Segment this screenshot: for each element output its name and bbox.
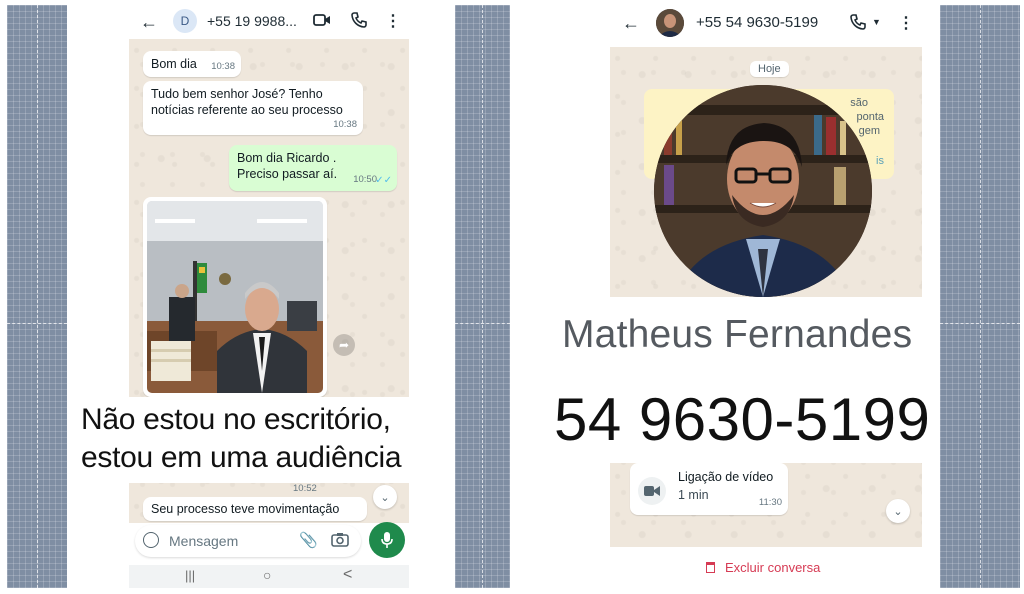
contact-avatar[interactable]: D: [173, 9, 197, 33]
message-text-line-2: notícias referente ao seu processo: [151, 103, 343, 117]
encryption-text-2: ponta: [856, 111, 884, 123]
video-call-duration: 1 min: [678, 488, 709, 502]
contact-number[interactable]: +55 19 9988...: [207, 13, 297, 29]
message-text: Bom dia: [151, 57, 197, 71]
message-text-line-1: Tudo bem senhor José? Tenho: [151, 87, 323, 101]
scroll-down-icon[interactable]: ⌄: [373, 485, 397, 509]
contact-avatar-photo: [656, 9, 684, 37]
delete-chat-button[interactable]: Excluir conversa: [706, 557, 820, 577]
phone-call-icon[interactable]: [351, 12, 367, 28]
message-input[interactable]: Mensagem: [169, 533, 238, 549]
contact-phone-overlay: 54 9630-5199: [554, 386, 931, 453]
call-dropdown-icon[interactable]: ▼: [872, 17, 881, 27]
video-call-label: Ligação de vídeo: [678, 470, 774, 484]
message-time: 10:38: [211, 61, 235, 72]
delete-chat-label: Excluir conversa: [725, 559, 821, 575]
read-receipt-icon: ✓✓: [375, 175, 392, 186]
microphone-icon: [381, 532, 393, 548]
trash-icon: [706, 561, 715, 573]
message-bubble-noticias[interactable]: Tudo bem senhor José? Tenho notícias ref…: [143, 81, 363, 135]
attach-icon[interactable]: 📎: [299, 531, 318, 549]
encryption-text-4: is: [876, 155, 884, 167]
message-time: 10:38: [333, 119, 357, 130]
profile-photo-circle: [654, 85, 872, 297]
phone-call-icon[interactable]: [850, 14, 866, 30]
contact-name-overlay: Matheus Fernandes: [562, 313, 913, 356]
camera-icon[interactable]: [331, 532, 349, 552]
voice-message-button[interactable]: [369, 522, 405, 558]
back-arrow-icon[interactable]: ←: [622, 13, 640, 34]
right-phone-screen: ← +55 54 9630-5199 ▼ ⋮ Hoje são ponta ge…: [510, 5, 940, 588]
encryption-text-1: são: [850, 97, 868, 109]
video-call-icon: [638, 477, 666, 505]
emoji-icon[interactable]: [143, 532, 159, 548]
scroll-down-icon[interactable]: ⌄: [886, 499, 910, 523]
video-call-time: 11:30: [758, 497, 782, 508]
center-divider-panel: [455, 5, 510, 588]
contact-number[interactable]: +55 54 9630-5199: [696, 14, 818, 31]
contact-info-overlay: Matheus Fernandes 54 9630-5199: [544, 297, 940, 463]
back-arrow-icon[interactable]: ←: [139, 12, 159, 32]
more-options-icon[interactable]: ⋮: [385, 11, 401, 31]
courtroom-photo[interactable]: [147, 201, 323, 393]
video-call-icon[interactable]: [313, 13, 331, 27]
android-nav-bar: ||| ○ <: [129, 565, 409, 588]
message-bubble-bom-dia[interactable]: Bom dia 10:38: [143, 51, 241, 77]
message-text-line-1: Bom dia Ricardo .: [237, 151, 337, 165]
recent-apps-button[interactable]: |||: [185, 568, 195, 583]
message-bubble-movimentacao[interactable]: Seu processo teve movimentação: [143, 497, 367, 521]
photo-message-bubble[interactable]: [143, 197, 327, 397]
message-input-bar[interactable]: Mensagem 📎: [135, 525, 361, 557]
left-margin-panel: [7, 5, 67, 588]
caption-overlay: Não estou no escritório, estou em uma au…: [69, 397, 455, 483]
date-chip: Hoje: [750, 61, 789, 77]
contact-avatar[interactable]: [656, 9, 684, 37]
profile-photo-graphic: [654, 85, 872, 297]
right-margin-panel: [940, 5, 1020, 588]
encryption-text-3: gem: [858, 125, 880, 137]
right-chat-header: ← +55 54 9630-5199 ▼ ⋮: [510, 5, 940, 41]
video-call-bubble[interactable]: Ligação de vídeo 1 min 11:30: [630, 463, 788, 515]
avatar-letter: D: [180, 14, 190, 28]
back-button[interactable]: <: [343, 566, 352, 584]
message-time: 10:50: [353, 174, 377, 185]
forward-icon[interactable]: ➦: [333, 334, 355, 356]
caption-line-1: Não estou no escritório,: [81, 403, 391, 436]
photo-message-time: 10:52: [293, 483, 317, 494]
more-options-icon[interactable]: ⋮: [898, 13, 914, 33]
left-phone-screen: ← D +55 19 9988... ⋮ Bom dia 10:38 Tudo …: [67, 5, 455, 588]
message-text: Seu processo teve movimentação: [151, 502, 340, 516]
courtroom-photo-graphic: [147, 201, 323, 393]
message-text-line-2: Preciso passar aí.: [237, 167, 338, 181]
left-chat-header: ← D +55 19 9988... ⋮: [67, 5, 455, 39]
caption-line-2: estou em uma audiência: [81, 441, 402, 474]
message-bubble-outgoing[interactable]: Bom dia Ricardo . Preciso passar aí. 10:…: [229, 145, 397, 191]
home-button[interactable]: ○: [263, 567, 271, 583]
